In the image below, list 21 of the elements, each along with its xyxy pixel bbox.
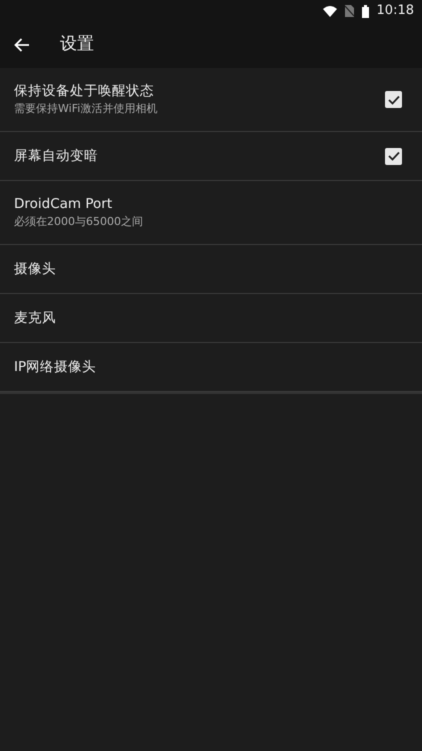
status-time: 10:18 — [376, 2, 414, 20]
setting-title: 保持设备处于唤醒状态 — [14, 82, 155, 102]
setting-summary: 必须在2000与65000之间 — [14, 214, 144, 230]
page-title: 设置 — [60, 33, 94, 56]
setting-title: 麦克风 — [14, 308, 57, 328]
setting-title: 屏幕自动变暗 — [14, 146, 99, 166]
settings-item[interactable]: DroidCam Port 必须在2000与65000之间 — [0, 181, 422, 245]
back-arrow-icon[interactable] — [14, 38, 30, 52]
settings-item[interactable]: 麦克风 — [0, 294, 422, 343]
wifi-icon — [322, 6, 337, 16]
setting-title: IP网络摄像头 — [14, 358, 98, 377]
setting-title: 摄像头 — [14, 260, 57, 279]
setting-title: DroidCam Port — [14, 195, 114, 214]
checkbox[interactable] — [385, 148, 402, 164]
settings-item[interactable]: 屏幕自动变暗 — [0, 132, 422, 181]
settings-item[interactable]: 摄像头 — [0, 245, 422, 294]
battery-icon — [362, 4, 369, 18]
setting-summary: 需要保持WiFi激活并使用相机 — [14, 101, 158, 118]
no-sim-icon — [344, 5, 354, 17]
checkbox[interactable] — [385, 91, 402, 108]
settings-item[interactable]: 保持设备处于唤醒状态 需要保持WiFi激活并使用相机 — [0, 68, 422, 132]
